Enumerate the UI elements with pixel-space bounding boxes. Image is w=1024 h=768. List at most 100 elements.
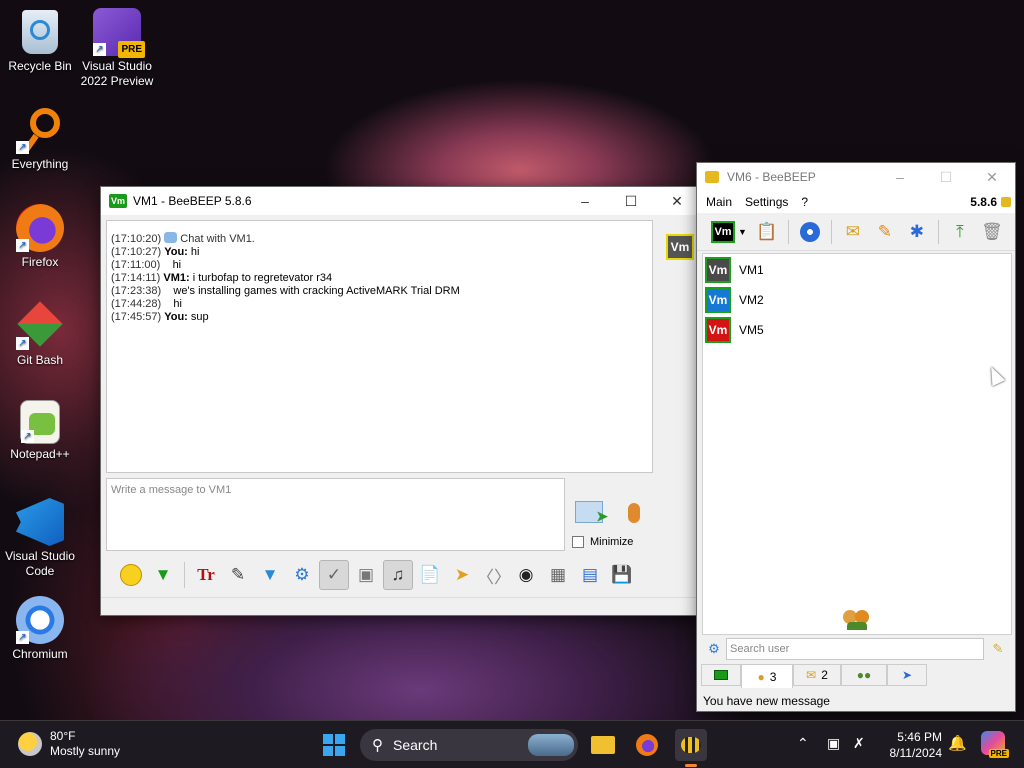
sun-cloud-icon (18, 732, 42, 756)
status-selector[interactable]: Vm ▼ (711, 220, 747, 243)
shortcut-arrow-icon: ↗ (16, 631, 29, 644)
emoticon-icon[interactable] (116, 560, 146, 590)
share-icon: ➤ (901, 668, 913, 682)
menu-settings[interactable]: Settings (745, 195, 788, 209)
chat-log-icon[interactable]: ▤ (575, 560, 605, 590)
windows-logo-icon (323, 734, 345, 756)
mouse-cursor-icon (984, 363, 1006, 387)
maximize-icon[interactable]: ☐ (608, 187, 654, 215)
desktop-icon-label: Everything (11, 157, 69, 171)
users-group-icon (843, 606, 871, 630)
tab-groups[interactable]: ●● (841, 664, 887, 686)
user-name: VM2 (739, 293, 764, 307)
desktop-icon-git-bash[interactable]: ↗ Git Bash (0, 301, 80, 368)
maximize-icon[interactable]: ☐ (923, 163, 969, 191)
trash-icon[interactable]: 🗑 (977, 217, 1007, 247)
send-button[interactable]: ➤ (572, 498, 608, 526)
plugins-icon[interactable]: ✱ (902, 217, 932, 247)
volume-muted-icon[interactable]: ✗ (853, 735, 865, 752)
clock[interactable]: 5:46 PM 8/11/2024 (880, 729, 943, 761)
close-icon[interactable]: ✕ (654, 187, 700, 215)
user-list-item[interactable]: Vm VM1 (705, 257, 764, 283)
search-box[interactable]: ⚲ Search (360, 729, 578, 761)
voice-message-button[interactable] (622, 498, 646, 528)
chat-message: (17:11:00) hi (111, 259, 182, 271)
desktop-icon-everything[interactable]: ↗ Everything (0, 106, 80, 172)
clear-chat-icon[interactable]: ▦ (543, 560, 573, 590)
screenshot-icon[interactable]: ◉ (511, 560, 541, 590)
desktop-icon-notepad-plus-plus[interactable]: ↗ Notepad++ (0, 400, 80, 462)
clear-search-icon[interactable]: ✎ (984, 641, 1012, 657)
taskbar-beebeep[interactable] (675, 729, 707, 767)
chevron-down-icon[interactable]: ▼ (148, 560, 178, 590)
toolbar-divider (184, 562, 185, 588)
copilot-button[interactable]: PRE (981, 731, 1009, 758)
desktop-icon-firefox[interactable]: ↗ Firefox (0, 204, 80, 270)
chat-window-titlebar[interactable]: Vm VM1 - BeeBEEP 5.8.6 – ☐ ✕ (101, 187, 700, 215)
minimize-icon[interactable]: – (877, 163, 923, 191)
close-icon[interactable]: ✕ (969, 163, 1015, 191)
weather-widget[interactable]: 80°F Mostly sunny (18, 729, 120, 759)
write-message-icon[interactable]: ✎ (870, 217, 900, 247)
menu-help[interactable]: ? (801, 195, 970, 209)
send-icon: ➤ (575, 501, 608, 524)
user-list-item[interactable]: Vm VM5 (705, 317, 764, 343)
start-button[interactable] (318, 729, 350, 761)
tab-computers[interactable] (701, 664, 741, 686)
version-label: 5.8.6 (970, 195, 997, 209)
filter-icon[interactable]: ▼ (255, 560, 285, 590)
toolbar-divider (787, 219, 789, 244)
tab-users[interactable]: ● 3 (741, 664, 793, 688)
chat-member-avatar[interactable]: Vm (666, 234, 694, 260)
tab-shares[interactable]: ➤ (887, 664, 927, 686)
desktop-icon-chromium[interactable]: ↗ Chromium (0, 596, 80, 662)
options-icon[interactable]: ⚙ (702, 641, 726, 657)
chat-history[interactable]: (17:10:20) Chat with VM1. (17:10:27) You… (106, 220, 653, 473)
save-icon[interactable]: 💾 (607, 560, 637, 590)
settings-icon[interactable]: ⚙ (287, 560, 317, 590)
taskbar-firefox[interactable] (631, 729, 663, 761)
visual-studio-icon: ↗ PRE (93, 8, 145, 58)
status-bar: You have new message (697, 691, 1015, 711)
chat-window-title: VM1 - BeeBEEP 5.8.6 (133, 194, 252, 208)
search-input[interactable]: Search user (726, 638, 984, 660)
html-code-icon[interactable]: 〈〉 (477, 560, 511, 590)
desktop-icon-recycle-bin[interactable]: Recycle Bin (0, 8, 80, 74)
font-icon[interactable]: Tr (191, 560, 221, 590)
main-window-titlebar[interactable]: VM6 - BeeBEEP – ☐ ✕ (697, 163, 1015, 191)
taskbar-file-explorer[interactable] (587, 729, 619, 761)
shortcut-arrow-icon: ↗ (21, 430, 34, 443)
minimize-checkbox[interactable] (572, 536, 584, 548)
status-message: You have new message (703, 694, 830, 708)
chevron-down-icon: ▼ (738, 226, 747, 237)
notification-bell-icon[interactable]: 🔔 (948, 734, 967, 752)
word-completion-icon[interactable]: ▣ (351, 560, 381, 590)
file-transfer-icon[interactable]: ⤒ (945, 217, 975, 247)
clock-date: 8/11/2024 (889, 746, 943, 760)
tab-chats[interactable]: ✉ 2 (793, 664, 841, 686)
chevron-up-icon[interactable]: ⌃ (797, 735, 809, 752)
spellcheck-icon[interactable]: ✓ (319, 560, 349, 590)
chat-toolbar: ▼ Tr ✎ ▼ ⚙ ✓ ▣ ♫ 📄 ➤ 〈〉 ◉ ▦ ▤ 💾 (103, 555, 699, 595)
edit-vcard-icon[interactable]: 📋 (752, 217, 782, 247)
minimize-checkbox-row[interactable]: Minimize (572, 536, 633, 548)
menu-main[interactable]: Main (706, 195, 732, 209)
network-icon[interactable] (795, 217, 825, 247)
sound-icon[interactable]: ♫ (383, 560, 413, 590)
user-list-item[interactable]: Vm VM2 (705, 287, 764, 313)
microphone-icon (628, 503, 640, 523)
chat-message: (17:10:27) You: hi (111, 246, 200, 258)
save-chat-icon[interactable]: 📄 (415, 560, 445, 590)
desktop-icon-visual-studio[interactable]: ↗ PRE Visual Studio 2022 Preview (77, 8, 157, 89)
user-name: VM1 (739, 263, 764, 277)
avatar: Vm (705, 317, 731, 343)
send-file-icon[interactable]: ➤ (447, 560, 477, 590)
minimize-icon[interactable]: – (562, 187, 608, 215)
desktop-icon-vscode[interactable]: Visual Studio Code (0, 498, 80, 579)
beebeep-app-icon (705, 171, 719, 183)
color-picker-icon[interactable]: ✎ (223, 560, 253, 590)
network-icon[interactable]: ▣ (827, 735, 840, 752)
create-chat-icon[interactable]: ✉ (838, 217, 868, 247)
message-input[interactable]: Write a message to VM1 (106, 478, 565, 551)
beebeep-logo-icon (1001, 197, 1011, 207)
